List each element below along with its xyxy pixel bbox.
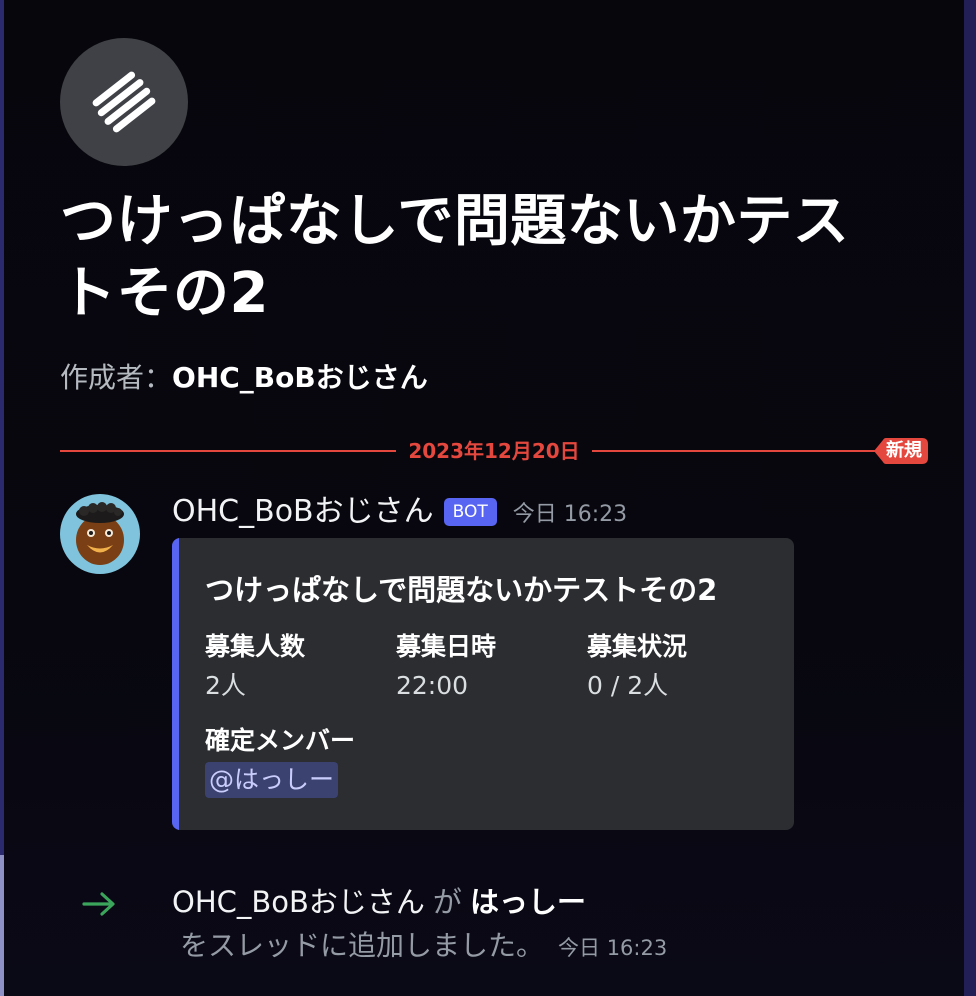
new-messages-divider: 2023年12月20日 新規 (60, 438, 928, 464)
embed-field-value: 2人 (205, 671, 246, 700)
avatar[interactable] (60, 494, 140, 574)
system-actor[interactable]: OHC_BoBおじさん (172, 885, 425, 919)
recruit-embed: つけっぱなしで問題ないかテストその2 募集人数 2人 募集日時 22:00 募集… (172, 538, 794, 830)
divider-date: 2023年12月20日 (408, 439, 580, 463)
arrow-right-icon (80, 884, 120, 924)
bot-tag: BOT (443, 498, 497, 526)
system-target-user[interactable]: はっしー (470, 885, 586, 919)
system-message: OHC_BoBおじさんがはっしー (172, 882, 586, 922)
embed-members-label: 確定メンバー (205, 726, 356, 755)
divider-line-right (592, 450, 882, 452)
thread-title: つけっぱなしで問題ないかテストその2 (60, 189, 850, 326)
user-mention[interactable]: @はっしー (205, 762, 339, 798)
left-scroll-rail (0, 0, 4, 996)
embed-field-name: 募集人数 (205, 632, 306, 661)
creator-label: 作成者： (60, 361, 173, 394)
embed-field-status: 募集状況 0 / 2人 (587, 630, 687, 704)
message-timestamp: 今日 16:23 (512, 502, 628, 527)
message-header: OHC_BoBおじさん BOT 今日 16:23 (172, 492, 627, 532)
embed-field-members: 確定メンバー @はっしー (205, 724, 355, 798)
embed-field-name: 募集状況 (587, 632, 688, 661)
embed-field-value: 22:00 (396, 671, 469, 700)
system-text: をスレッドに追加しました。 (180, 929, 545, 962)
right-scrollbar[interactable] (964, 0, 976, 996)
message-author[interactable]: OHC_BoBおじさん (172, 494, 434, 529)
divider-line-left (60, 450, 396, 452)
embed-title: つけっぱなしで問題ないかテストその2 (205, 573, 718, 607)
embed-field-value: 0 / 2人 (587, 671, 669, 700)
embed-field-capacity: 募集人数 2人 (205, 630, 305, 704)
creator-name[interactable]: OHC_BoBおじさん (172, 361, 428, 394)
embed-field-name: 募集日時 (396, 632, 497, 661)
embed-field-datetime: 募集日時 22:00 (396, 630, 496, 704)
thread-creator: 作成者：OHC_BoBおじさん (60, 358, 428, 398)
thread-view: つけっぱなしで問題ないかテストその2 作成者：OHC_BoBおじさん 2023年… (0, 0, 976, 996)
new-badge-label: 新規 (886, 440, 922, 461)
system-timestamp: 今日 16:23 (558, 936, 668, 960)
embed-accent-bar (172, 538, 179, 830)
system-message-detail: をスレッドに追加しました。 今日 16:23 (180, 926, 667, 966)
left-rail-highlight (0, 855, 4, 996)
system-connector: が (432, 885, 462, 919)
thread-icon (60, 38, 188, 166)
new-badge: 新規 (874, 438, 928, 464)
